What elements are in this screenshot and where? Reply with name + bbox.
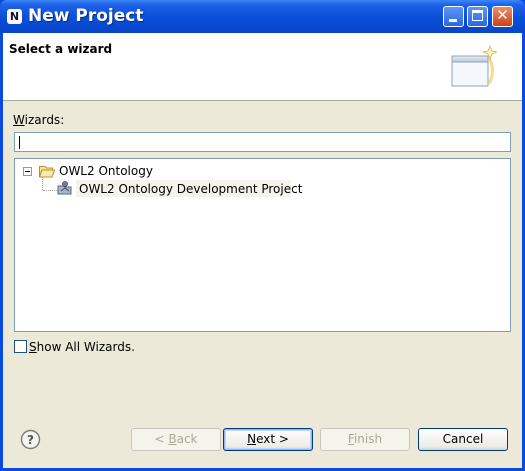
close-icon: ✕ <box>496 6 509 24</box>
finish-text: inish <box>353 432 383 446</box>
help-icon[interactable]: ? <box>20 429 41 450</box>
back-text: ack <box>176 432 198 446</box>
cancel-button[interactable]: Cancel <box>418 428 508 451</box>
collapse-toggle-icon[interactable] <box>23 167 32 176</box>
wizards-label-text: izards: <box>24 113 65 127</box>
title-bar[interactable]: N New Project ✕ <box>0 0 525 33</box>
app-icon: N <box>7 9 22 24</box>
tree-connector-horizontal <box>43 190 57 192</box>
back-prefix: < <box>154 432 169 446</box>
tree-item-owl2-ontology[interactable]: OWL2 Ontology <box>59 164 153 178</box>
close-button[interactable]: ✕ <box>492 6 513 27</box>
ontology-project-icon <box>57 181 72 195</box>
show-all-text: how All Wizards. <box>36 340 135 354</box>
dialog-body: Select a wizard Wizards: OWL2 Ontology O… <box>3 33 522 468</box>
window-title: New Project <box>28 6 144 26</box>
svg-text:?: ? <box>27 433 34 447</box>
tree-item-owl2-ontology-development-project[interactable]: OWL2 Ontology Development Project <box>79 182 302 196</box>
wizard-filter-input[interactable] <box>14 132 511 152</box>
back-button[interactable]: < Back <box>131 428 221 451</box>
tree-connector <box>42 177 44 190</box>
next-mnemonic: N <box>247 432 257 446</box>
next-button[interactable]: Next > <box>223 428 313 451</box>
maximize-button[interactable] <box>467 6 488 27</box>
text-caret <box>19 136 20 149</box>
back-mnemonic: B <box>168 432 177 446</box>
show-all-wizards-label[interactable]: Show All Wizards. <box>29 340 135 354</box>
wizards-label-mnemonic: W <box>13 113 25 127</box>
wizards-filter-label: Wizards: <box>13 113 64 127</box>
show-all-mnemonic: S <box>29 340 37 354</box>
wizard-banner-icon <box>451 44 497 87</box>
minimize-button[interactable] <box>443 6 464 27</box>
page-title: Select a wizard <box>9 42 113 56</box>
next-text: ext > <box>256 432 289 446</box>
maximize-icon <box>472 10 483 21</box>
wizard-tree[interactable]: OWL2 Ontology OWL2 Ontology Development … <box>14 158 511 332</box>
minimize-icon <box>449 19 457 22</box>
new-project-window: N New Project ✕ Select a wizard Wizards: <box>0 0 525 471</box>
show-all-wizards-checkbox[interactable] <box>14 340 27 353</box>
finish-button[interactable]: Finish <box>320 428 410 451</box>
wizard-header: Select a wizard <box>3 33 522 101</box>
